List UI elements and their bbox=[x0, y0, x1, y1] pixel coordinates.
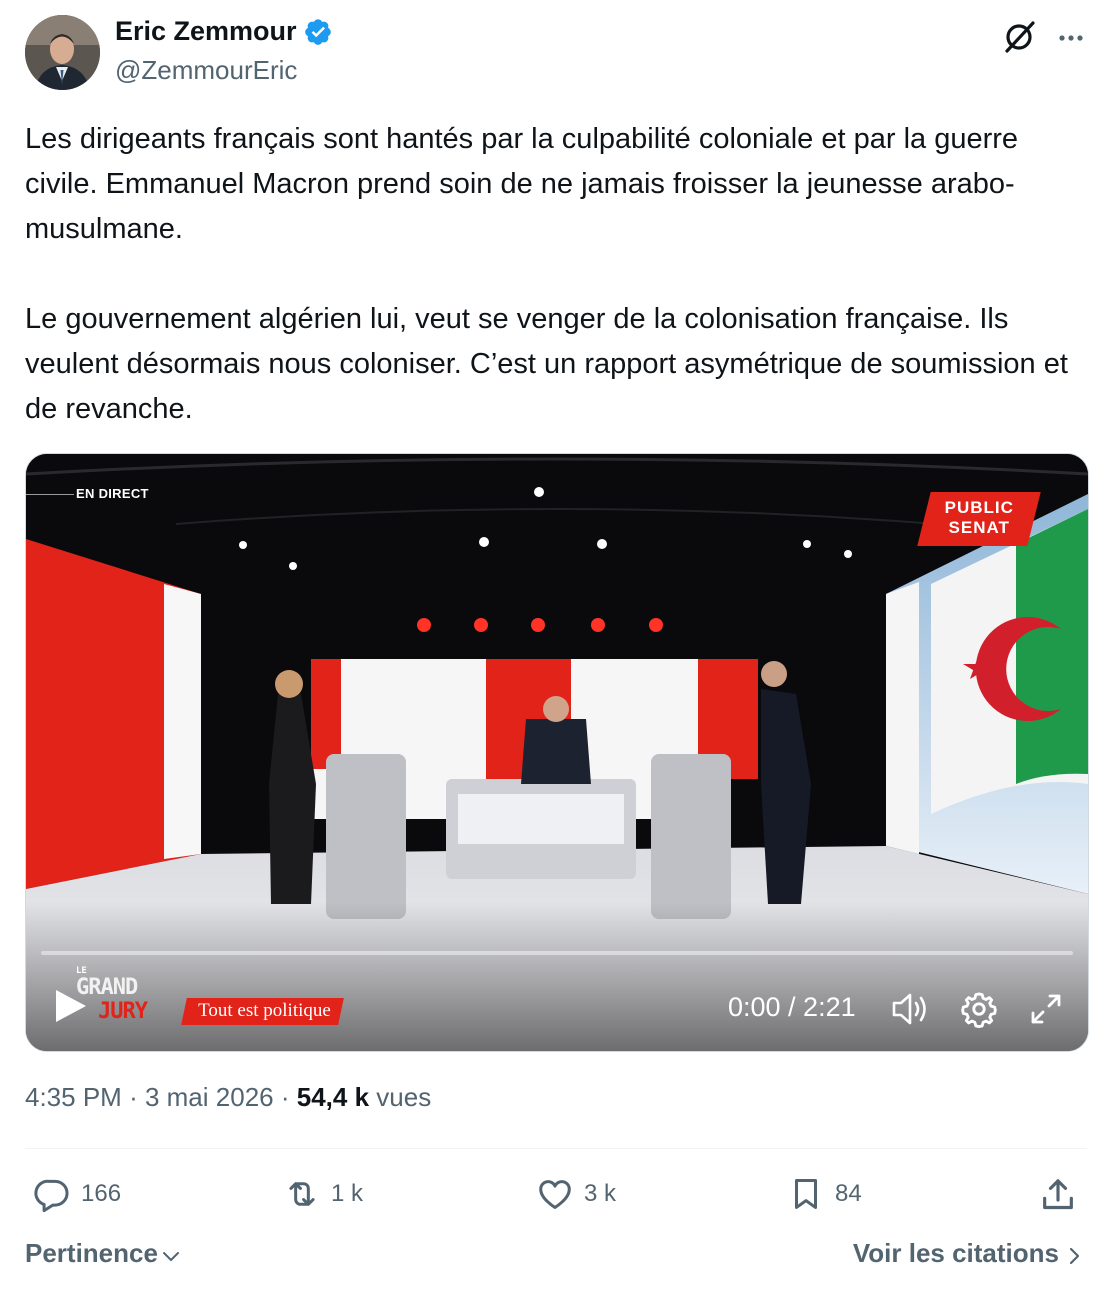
meta-separator: · bbox=[129, 1082, 138, 1112]
tweet-text: Les dirigeants français sont hantés par … bbox=[25, 117, 1095, 432]
sort-dropdown[interactable]: Pertinence bbox=[25, 1238, 182, 1269]
author-name-text: Eric Zemmour bbox=[115, 16, 297, 46]
channel-logo: PUBLIC SENAT bbox=[917, 492, 1041, 546]
like-button[interactable]: 3 k bbox=[536, 1175, 616, 1213]
like-icon bbox=[539, 1180, 571, 1209]
show-tagline: Tout est politique bbox=[181, 998, 344, 1025]
chevron-down-icon bbox=[162, 1251, 179, 1261]
video-time: 0:00 / 2:21 bbox=[728, 992, 856, 1022]
author-handle[interactable]: @ZemmourEric bbox=[115, 55, 297, 86]
video-progress-bar[interactable] bbox=[41, 951, 1073, 955]
views-count: 54,4 k bbox=[296, 1082, 370, 1112]
bookmark-button[interactable]: 84 bbox=[787, 1175, 862, 1213]
views-label: vues bbox=[376, 1082, 432, 1112]
live-line bbox=[26, 494, 74, 495]
chevron-right-icon bbox=[1069, 1247, 1080, 1264]
share-icon[interactable] bbox=[1038, 1175, 1078, 1215]
more-icon[interactable] bbox=[1055, 22, 1087, 54]
video-player[interactable]: EN DIRECT PUBLIC SENAT LE GRAND JURY Tou… bbox=[25, 453, 1089, 1052]
verified-badge-icon bbox=[304, 18, 331, 45]
quotes-label: Voir les citations bbox=[852, 1238, 1059, 1268]
reply-button[interactable]: 166 bbox=[33, 1175, 121, 1213]
tweet-meta: 4:35 PM · 3 mai 2026 · 54,4 k vues bbox=[25, 1082, 431, 1113]
author-name[interactable]: Eric Zemmour bbox=[115, 16, 333, 47]
bookmark-count: 84 bbox=[835, 1180, 862, 1207]
reply-count: 166 bbox=[81, 1180, 122, 1207]
tweet-paragraph: Le gouvernement algérien lui, veut se ve… bbox=[25, 303, 1068, 425]
fullscreen-icon[interactable] bbox=[1029, 992, 1063, 1026]
grok-icon[interactable] bbox=[1000, 18, 1038, 56]
settings-icon[interactable] bbox=[960, 990, 998, 1028]
reply-icon bbox=[34, 1179, 69, 1213]
bookmark-icon bbox=[794, 1179, 818, 1209]
live-label: EN DIRECT bbox=[76, 486, 149, 501]
meta-separator: · bbox=[280, 1082, 290, 1112]
like-count: 3 k bbox=[584, 1180, 617, 1207]
tweet-time[interactable]: 4:35 PM bbox=[25, 1082, 122, 1112]
view-quotes-link[interactable]: Voir les citations bbox=[853, 1238, 1083, 1269]
avatar[interactable] bbox=[25, 15, 100, 90]
repost-button[interactable]: 1 k bbox=[283, 1175, 363, 1213]
play-icon[interactable] bbox=[50, 986, 90, 1026]
sort-label: Pertinence bbox=[25, 1238, 158, 1268]
volume-icon[interactable] bbox=[890, 990, 930, 1028]
repost-count: 1 k bbox=[331, 1180, 364, 1207]
divider bbox=[25, 1148, 1087, 1149]
tweet-paragraph: Les dirigeants français sont hantés par … bbox=[25, 123, 1019, 245]
tweet-date[interactable]: 3 mai 2026 bbox=[145, 1082, 274, 1112]
repost-icon bbox=[289, 1182, 315, 1206]
